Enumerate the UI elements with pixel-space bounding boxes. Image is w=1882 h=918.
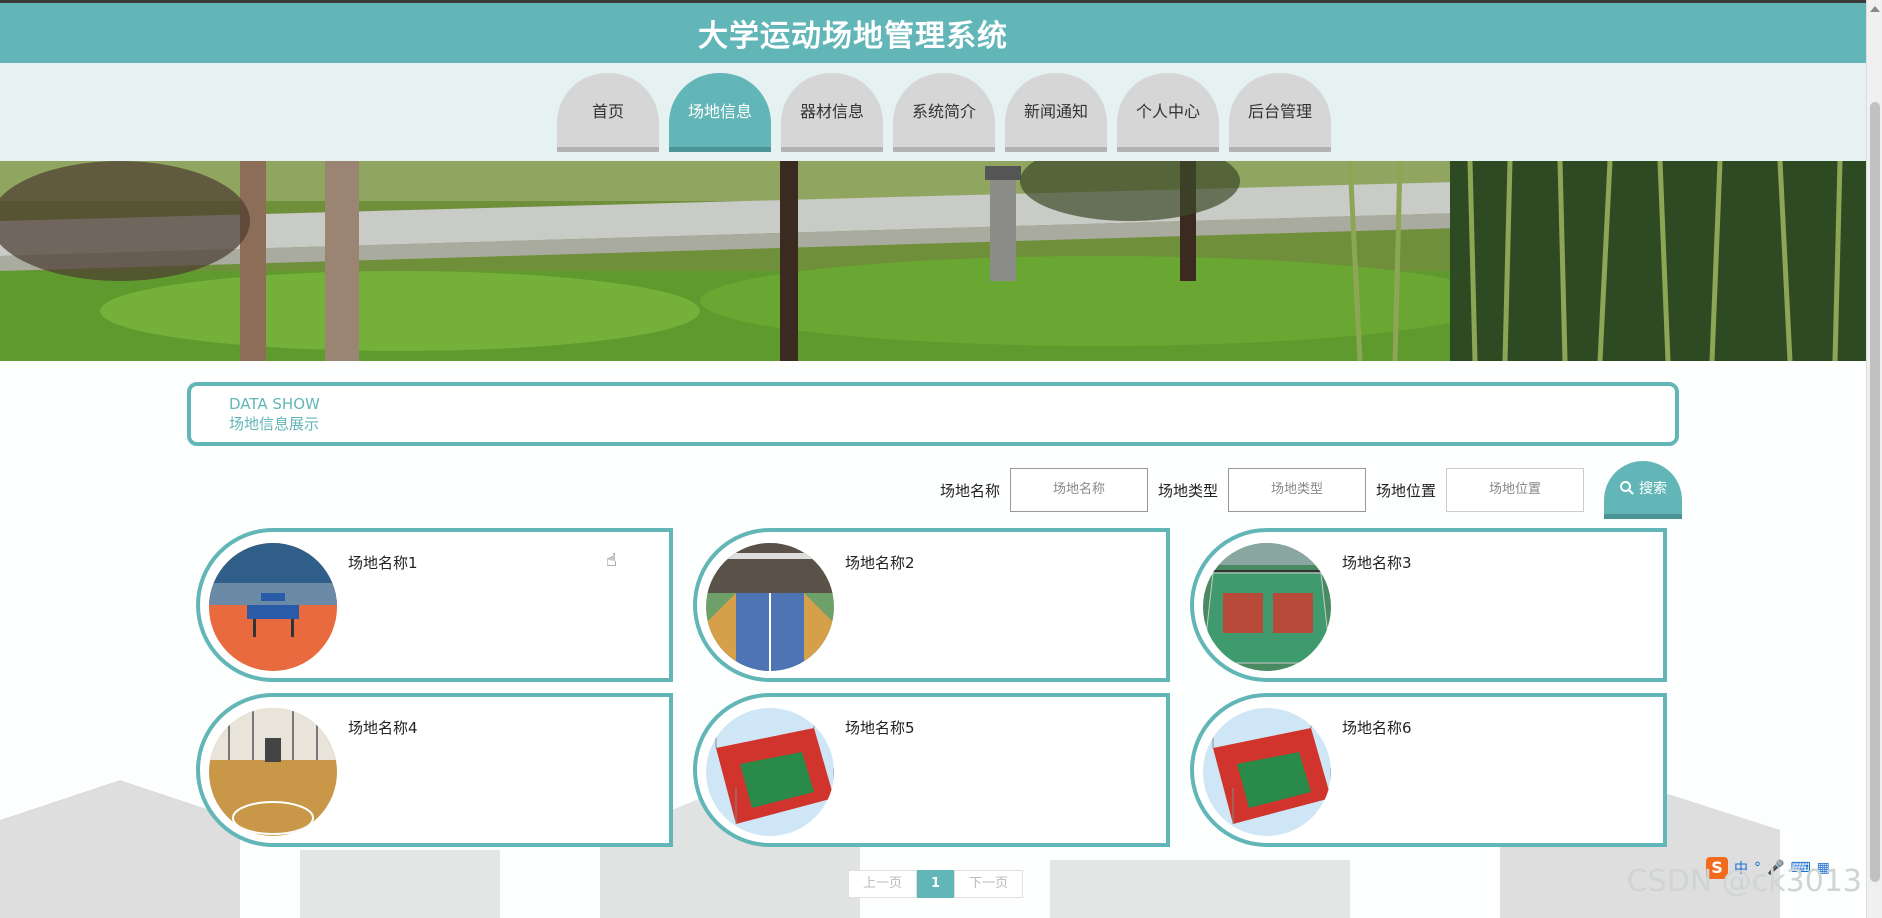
current-page-button[interactable]: 1 — [917, 870, 955, 898]
venue-card[interactable]: 场地名称6 — [1190, 693, 1667, 847]
csdn-watermark: CSDN @ck3013 — [1626, 864, 1862, 899]
search-button[interactable]: 搜索 — [1604, 461, 1683, 519]
nav-home[interactable]: 首页 — [557, 73, 659, 152]
banner-landscape — [0, 161, 1866, 361]
search-icon — [1620, 480, 1634, 495]
indoor-wooden-court-image — [209, 708, 337, 836]
venue-photo[interactable] — [1203, 543, 1331, 671]
venue-type-label: 场地类型 — [1158, 481, 1219, 500]
venue-card[interactable]: 场地名称2 — [693, 528, 1170, 682]
venue-type-input[interactable]: 场地类型 — [1228, 468, 1367, 512]
search-button-label: 搜索 — [1639, 480, 1668, 497]
venue-photo[interactable] — [706, 543, 834, 671]
venue-name[interactable]: 场地名称5 — [845, 717, 915, 738]
venue-grid: 场地名称1 场地名称2 场地名称3 场地名称4 场地名称5 场地名称6 — [196, 528, 1670, 847]
badminton-hall-image — [706, 543, 834, 671]
hand-cursor-icon: ☝ — [606, 550, 617, 571]
venue-name[interactable]: 场地名称4 — [348, 717, 418, 738]
banner-image — [0, 161, 1866, 361]
section-title-cn: 场地信息展示 — [229, 415, 320, 433]
app-header: 大学运动场地管理系统 — [0, 3, 1866, 63]
nav-system-intro[interactable]: 系统简介 — [893, 73, 995, 152]
search-bar: 场地名称 场地名称 场地类型 场地类型 场地位置 场地位置 搜索 — [940, 461, 1683, 519]
nav-news[interactable]: 新闻通知 — [1005, 73, 1107, 152]
scrollbar-thumb[interactable] — [1870, 102, 1880, 882]
venue-name[interactable]: 场地名称3 — [1342, 552, 1412, 573]
venue-card[interactable]: 场地名称1 — [196, 528, 673, 682]
table-tennis-hall-image — [209, 543, 337, 671]
app-title: 大学运动场地管理系统 — [698, 19, 1008, 54]
prev-page-button[interactable]: 上一页 — [848, 870, 918, 898]
fenced-red-court-image — [706, 708, 834, 836]
venue-card[interactable]: 场地名称5 — [693, 693, 1170, 847]
venue-name[interactable]: 场地名称2 — [845, 552, 915, 573]
vertical-scrollbar[interactable] — [1866, 0, 1882, 918]
venue-location-input[interactable]: 场地位置 — [1446, 468, 1585, 512]
venue-name[interactable]: 场地名称1 — [348, 552, 418, 573]
pagination: 上一页 1 下一页 — [848, 870, 1024, 898]
fenced-red-court-image — [1203, 708, 1331, 836]
venue-card[interactable]: 场地名称4 — [196, 693, 673, 847]
next-page-button[interactable]: 下一页 — [954, 870, 1024, 898]
venue-card[interactable]: 场地名称3 — [1190, 528, 1667, 682]
venue-name-input[interactable]: 场地名称 — [1010, 468, 1149, 512]
main-nav: 首页 场地信息 器材信息 系统简介 新闻通知 个人中心 后台管理 — [557, 73, 1331, 152]
section-title-en: DATA SHOW — [229, 395, 320, 413]
venue-name[interactable]: 场地名称6 — [1342, 717, 1412, 738]
scroll-up-arrow-icon[interactable] — [1870, 6, 1880, 12]
venue-photo[interactable] — [209, 543, 337, 671]
nav-admin[interactable]: 后台管理 — [1229, 73, 1331, 152]
section-title-box: DATA SHOW 场地信息展示 — [187, 382, 1679, 446]
venue-name-label: 场地名称 — [940, 481, 1001, 500]
venue-photo[interactable] — [209, 708, 337, 836]
nav-equipment-info[interactable]: 器材信息 — [781, 73, 883, 152]
nav-venue-info[interactable]: 场地信息 — [669, 73, 771, 152]
venue-photo[interactable] — [706, 708, 834, 836]
venue-photo[interactable] — [1203, 708, 1331, 836]
outdoor-basketball-court-image — [1203, 543, 1331, 671]
nav-personal-center[interactable]: 个人中心 — [1117, 73, 1219, 152]
venue-location-label: 场地位置 — [1376, 481, 1437, 500]
